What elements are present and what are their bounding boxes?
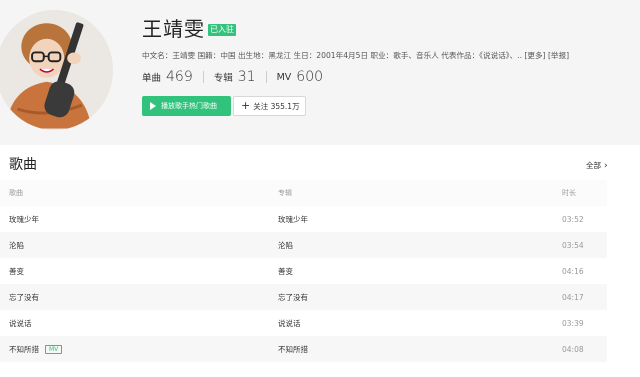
song-title-cell[interactable]: 不知所措 MV [9,344,63,355]
plus-icon: + [241,99,251,112]
song-title[interactable]: 玫瑰少年 [9,215,39,224]
songs-count-value[interactable]: 469 [166,69,193,85]
album-cell[interactable]: 说说话 [278,318,301,329]
follow-button[interactable]: + 关注 355.1万 [233,96,306,116]
artist-stats: 单曲 469 专辑 31 MV 600 [142,69,323,85]
stat-divider [265,71,267,83]
songs-section-title: 歌曲 [9,157,37,173]
table-row[interactable]: 沦陷 沦陷 03:54 [0,232,607,258]
albums-count-label[interactable]: 专辑 [214,70,233,84]
duration-cell: 04:16 [562,266,584,276]
song-title[interactable]: 善变 [9,267,24,276]
artist-avatar [0,10,113,130]
song-title-cell[interactable]: 沦陷 [9,240,24,251]
duration-cell: 04:17 [562,292,584,302]
mv-count-value[interactable]: 600 [296,69,323,85]
table-header: 歌曲 专辑 时长 [0,180,607,206]
song-title-cell[interactable]: 忘了没有 [9,292,39,303]
header-album: 专辑 [278,189,292,197]
song-title[interactable]: 忘了没有 [9,293,39,302]
song-title-cell[interactable]: 说说话 [9,318,32,329]
follow-label: 关注 355.1万 [253,101,300,111]
play-hot-songs-label: 播放歌手热门歌曲 [161,102,217,110]
song-title-cell[interactable]: 玫瑰少年 [9,214,39,225]
play-icon [150,102,156,110]
stat-divider [202,71,204,83]
album-cell[interactable]: 忘了没有 [278,292,308,303]
duration-cell: 04:08 [562,344,584,354]
album-cell[interactable]: 不知所措 [278,344,308,355]
table-row[interactable]: 善变 善变 04:16 [0,258,607,284]
duration-cell: 03:39 [562,318,584,328]
all-songs-label: 全部 [586,161,601,170]
duration-cell: 03:54 [562,240,584,250]
album-cell[interactable]: 玫瑰少年 [278,214,308,225]
header-duration: 时长 [562,189,576,197]
verified-badge: 已入驻 [208,24,236,36]
album-cell[interactable]: 善变 [278,266,293,277]
song-title[interactable]: 沦陷 [9,241,24,250]
mv-badge[interactable]: MV [45,345,63,354]
table-row[interactable]: 忘了没有 忘了没有 04:17 [0,284,607,310]
albums-count-value[interactable]: 31 [238,69,256,85]
table-row[interactable]: 说说话 说说话 03:39 [0,310,607,336]
song-title[interactable]: 不知所措 [9,345,39,354]
all-songs-link[interactable]: 全部 › [586,160,608,171]
songs-table: 歌曲 专辑 时长 玫瑰少年 玫瑰少年 03:52 沦陷 沦陷 03:54 善变 善变 04:16… [0,180,607,362]
mv-count-label[interactable]: MV [277,72,292,83]
song-title[interactable]: 说说话 [9,319,32,328]
play-hot-songs-button[interactable]: 播放歌手热门歌曲 [142,96,231,116]
chevron-right-icon: › [604,160,608,171]
header-song: 歌曲 [9,189,23,197]
table-row[interactable]: 玫瑰少年 玫瑰少年 03:52 [0,206,607,232]
song-title-cell[interactable]: 善变 [9,266,24,277]
table-row[interactable]: 不知所措 MV 不知所措 04:08 [0,336,607,362]
album-cell[interactable]: 沦陷 [278,240,293,251]
duration-cell: 03:52 [562,214,584,224]
songs-count-label[interactable]: 单曲 [142,70,161,84]
artist-name: 王靖雯 [142,17,205,41]
artist-info: 中文名：王靖雯 国籍：中国 出生地：黑龙江 生日：2001年4月5日 职业：歌手… [142,51,570,60]
